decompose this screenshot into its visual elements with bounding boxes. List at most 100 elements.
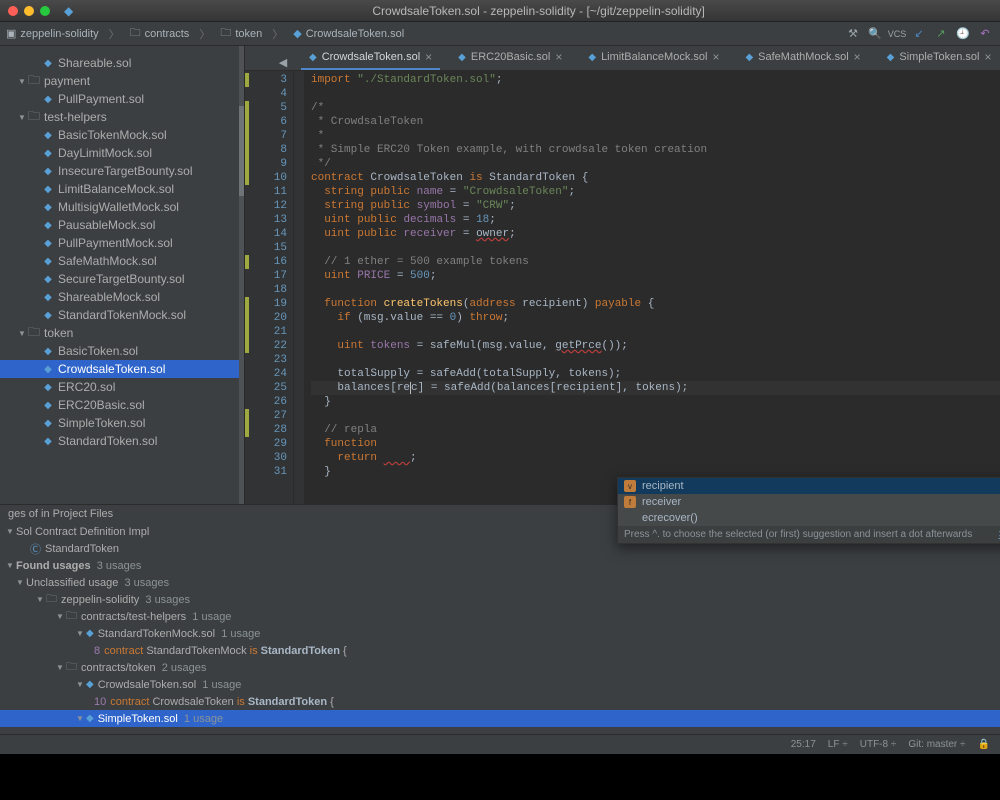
sidebar-file[interactable]: ◆CrowdsaleToken.sol <box>0 360 244 378</box>
sidebar-file[interactable]: ◆DayLimitMock.sol <box>0 144 244 162</box>
sidebar-scrollbar[interactable] <box>239 46 244 504</box>
usage-code[interactable]: 10contract CrowdsaleToken is StandardTok… <box>0 693 1000 710</box>
sidebar-file[interactable]: ◆PullPayment.sol <box>0 90 244 108</box>
line-number[interactable]: 28 <box>245 423 287 437</box>
sidebar-file[interactable]: ◆SimpleToken.sol <box>0 414 244 432</box>
code-line[interactable]: function createTokens(address recipient)… <box>311 297 1000 311</box>
code-line[interactable] <box>311 325 1000 339</box>
sidebar-file[interactable]: ◆StandardTokenMock.sol <box>0 306 244 324</box>
code-line[interactable]: string public symbol = "CRW"; <box>311 199 1000 213</box>
line-number[interactable]: 17 <box>245 269 287 283</box>
code-line[interactable]: */ <box>311 157 1000 171</box>
code-line[interactable] <box>311 87 1000 101</box>
code-line[interactable]: * Simple ERC20 Token example, with crowd… <box>311 143 1000 157</box>
code-line[interactable] <box>311 241 1000 255</box>
line-number[interactable]: 7 <box>245 129 287 143</box>
editor-tab[interactable]: ◆ERC20Basic.sol× <box>450 46 570 70</box>
code-line[interactable] <box>311 409 1000 423</box>
usage-file[interactable]: ▼◆CrowdsaleToken.sol 1 usage <box>0 676 1000 693</box>
editor[interactable]: 3456789101112131415161718192021222324252… <box>245 71 1000 504</box>
line-number[interactable]: 20 <box>245 311 287 325</box>
line-number[interactable]: 3 <box>245 73 287 87</box>
expand-arrow-icon[interactable]: ▼ <box>74 680 86 689</box>
line-number[interactable]: 10 <box>245 171 287 185</box>
sidebar-file[interactable]: ◆BasicToken.sol <box>0 342 244 360</box>
line-number[interactable]: 9 <box>245 157 287 171</box>
file-encoding[interactable]: UTF-8 ÷ <box>860 739 897 750</box>
sidebar-file[interactable]: ◆Shareable.sol <box>0 54 244 72</box>
close-tab-icon[interactable]: × <box>555 50 562 64</box>
usage-folder[interactable]: ▼🗀contracts/token 2 usages <box>0 659 1000 676</box>
code-line[interactable]: // repla <box>311 423 1000 437</box>
caret-position[interactable]: 25:17 <box>791 739 816 750</box>
code-line[interactable]: * <box>311 129 1000 143</box>
line-number[interactable]: 15 <box>245 241 287 255</box>
expand-arrow-icon[interactable]: ▼ <box>74 714 86 723</box>
sidebar-folder[interactable]: ▼🗀token <box>0 324 244 342</box>
line-number[interactable]: 12 <box>245 199 287 213</box>
sidebar-file[interactable]: ◆InsecureTargetBounty.sol <box>0 162 244 180</box>
expand-arrow-icon[interactable]: ▼ <box>14 578 26 587</box>
make-icon[interactable]: ⚒ <box>844 25 862 43</box>
line-number[interactable]: 13 <box>245 213 287 227</box>
line-number[interactable]: 24 <box>245 367 287 381</box>
expand-arrow-icon[interactable]: ▼ <box>4 561 16 570</box>
breadcrumb-folder[interactable]: 🗀 contracts <box>130 24 190 43</box>
sidebar-file[interactable]: ◆StandardToken.sol <box>0 432 244 450</box>
code-line[interactable] <box>311 283 1000 297</box>
editor-tab[interactable]: ◆SafeMathMock.sol× <box>737 46 868 70</box>
autocomplete-popup[interactable]: vrecipientfreceiverecrecover() Press ^. … <box>617 477 1000 544</box>
code-line[interactable]: uint tokens = safeMul(msg.value, getPrce… <box>311 339 1000 353</box>
usage-module[interactable]: ▼🗀zeppelin-solidity 3 usages <box>0 591 1000 608</box>
code-line[interactable]: /* <box>311 101 1000 115</box>
line-number[interactable]: 6 <box>245 115 287 129</box>
line-number[interactable]: 16 <box>245 255 287 269</box>
editor-tab[interactable]: ◆LimitBalanceMock.sol× <box>580 46 727 70</box>
expand-arrow-icon[interactable]: ▼ <box>18 113 28 122</box>
editor-tab[interactable]: ◆SimpleToken.sol× <box>879 46 1000 70</box>
code-line[interactable]: // 1 ether = 500 example tokens <box>311 255 1000 269</box>
sidebar-file[interactable]: ◆PullPaymentMock.sol <box>0 234 244 252</box>
gutter[interactable]: 3456789101112131415161718192021222324252… <box>245 71 293 504</box>
expand-arrow-icon[interactable]: ▼ <box>54 612 66 621</box>
line-number[interactable]: 22 <box>245 339 287 353</box>
git-branch[interactable]: Git: master ÷ <box>908 739 965 750</box>
code-line[interactable]: function <box>311 437 1000 451</box>
sidebar-file[interactable]: ◆PausableMock.sol <box>0 216 244 234</box>
line-number[interactable]: 25 <box>245 381 287 395</box>
line-number[interactable]: 19 <box>245 297 287 311</box>
sidebar-file[interactable]: ◆ShareableMock.sol <box>0 288 244 306</box>
sidebar-file[interactable]: ◆ERC20.sol <box>0 378 244 396</box>
code-line[interactable]: contract CrowdsaleToken is StandardToken… <box>311 171 1000 185</box>
line-number[interactable]: 29 <box>245 437 287 451</box>
line-number[interactable]: 23 <box>245 353 287 367</box>
expand-arrow-icon[interactable]: ▼ <box>18 77 28 86</box>
zoom-window-button[interactable] <box>40 6 50 16</box>
line-number[interactable]: 5 <box>245 101 287 115</box>
history-icon[interactable]: 🕘 <box>954 25 972 43</box>
sidebar-file[interactable]: ◆MultisigWalletMock.sol <box>0 198 244 216</box>
code-area[interactable]: import "./StandardToken.sol"; /* * Crowd… <box>305 71 1000 504</box>
sidebar-file[interactable]: ◆LimitBalanceMock.sol <box>0 180 244 198</box>
code-line[interactable]: uint PRICE = 500; <box>311 269 1000 283</box>
code-line[interactable]: uint public decimals = 18; <box>311 213 1000 227</box>
breadcrumb-project[interactable]: ▣ zeppelin-solidity <box>6 27 99 40</box>
autocomplete-item[interactable]: vrecipient <box>618 478 1000 494</box>
project-sidebar[interactable]: ◆Shareable.sol▼🗀payment◆PullPayment.sol ▼… <box>0 46 245 504</box>
sidebar-file[interactable]: ◆SecureTargetBounty.sol <box>0 270 244 288</box>
code-line[interactable]: import "./StandardToken.sol"; <box>311 73 1000 87</box>
editor-tab[interactable]: ◆CrowdsaleToken.sol× <box>301 46 440 70</box>
line-number[interactable]: 18 <box>245 283 287 297</box>
found-usages-row[interactable]: ▼ Found usages 3 usages <box>0 557 1000 574</box>
sidebar-folder[interactable]: ▼🗀payment <box>0 72 244 90</box>
usage-code[interactable]: 8contract StandardTokenMock is StandardT… <box>0 642 1000 659</box>
expand-arrow-icon[interactable]: ▼ <box>18 329 28 338</box>
expand-arrow-icon[interactable]: ▼ <box>54 663 66 672</box>
code-line[interactable]: balances[rec] = safeAdd(balances[recipie… <box>311 381 1000 395</box>
line-number[interactable]: 27 <box>245 409 287 423</box>
readonly-lock-icon[interactable]: 🔒 <box>978 739 990 750</box>
vcs-commit-icon[interactable]: ↗ <box>932 25 950 43</box>
line-number[interactable]: 11 <box>245 185 287 199</box>
autocomplete-item[interactable]: ecrecover() <box>618 510 1000 526</box>
expand-arrow-icon[interactable]: ▼ <box>4 527 16 536</box>
